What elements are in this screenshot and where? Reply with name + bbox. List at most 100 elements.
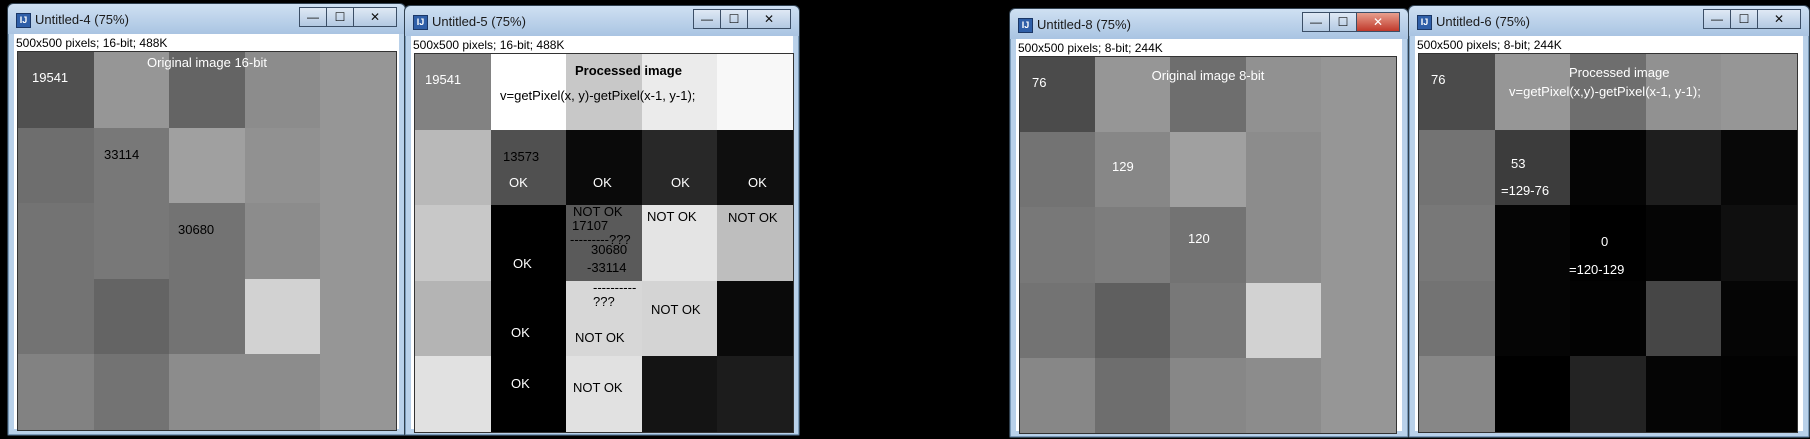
image-canvas[interactable]: 19541 Processed image v=getPixel(x, y)-get… [414, 53, 794, 433]
title-bar[interactable]: IJ Untitled-8 (75%) — ☐ ✕ [1010, 9, 1408, 39]
pixel-label: ??? [593, 294, 615, 309]
pixel-block [717, 356, 793, 432]
pixel-block [1721, 54, 1797, 130]
minimize-button[interactable]: — [1302, 12, 1330, 32]
minimize-button[interactable]: — [1703, 9, 1731, 29]
pixel-block [169, 203, 246, 280]
pixel-label: OK [513, 256, 532, 271]
title-bar[interactable]: IJ Untitled-5 (75%) — ☐ ✕ [405, 6, 799, 36]
pixel-block [415, 129, 491, 206]
pixel-label: Processed image [575, 63, 682, 78]
close-button[interactable]: ✕ [1356, 12, 1400, 32]
pixel-label: 19541 [32, 70, 69, 85]
maximize-button[interactable]: ☐ [326, 7, 354, 27]
pixel-block [1721, 129, 1797, 206]
pixel-label: v=getPixel(x, y)-getPixel(x-1, y-1); [500, 88, 696, 103]
pixel-block [1170, 357, 1247, 433]
pixel-block [1419, 356, 1495, 432]
image-canvas[interactable]: 19541 Original image 16-bit 33114 30680 [17, 51, 397, 431]
maximize-button[interactable]: ☐ [720, 9, 748, 29]
pixel-block [1170, 132, 1247, 209]
image-info: 500x500 pixels; 8-bit; 244K [1417, 38, 1562, 52]
imagej-icon: IJ [1417, 15, 1432, 30]
pixel-label: 30680 [591, 242, 628, 257]
pixel-block [1645, 205, 1722, 282]
minimize-button[interactable]: — [299, 7, 327, 27]
pixel-block [93, 278, 170, 355]
title-bar[interactable]: IJ Untitled-6 (75%) — ☐ ✕ [1409, 6, 1809, 36]
pixel-label: NOT OK [651, 302, 701, 317]
pixel-block [169, 127, 246, 204]
pixel-block [490, 356, 567, 432]
maximize-button[interactable]: ☐ [1329, 12, 1357, 32]
imagej-icon: IJ [16, 13, 31, 28]
pixel-label: OK [509, 175, 528, 190]
pixel-label: OK [511, 376, 530, 391]
close-button[interactable]: ✕ [1757, 9, 1801, 29]
pixel-block [717, 280, 793, 357]
pixel-block [169, 354, 246, 430]
pixel-block [244, 354, 321, 430]
pixel-block [1320, 357, 1396, 433]
pixel-block [1419, 280, 1495, 357]
pixel-label: =129-76 [1501, 183, 1550, 198]
maximize-button[interactable]: ☐ [1730, 9, 1758, 29]
pixel-label: Original image 16-bit [147, 55, 267, 70]
window-untitled-8[interactable]: IJ Untitled-8 (75%) — ☐ ✕ 500x500 pixels… [1009, 8, 1409, 438]
pixel-block [641, 356, 718, 432]
pixel-block [244, 203, 321, 280]
pixel-block [18, 354, 94, 430]
pixel-block [244, 278, 321, 355]
minimize-button[interactable]: — [693, 9, 721, 29]
window-untitled-5[interactable]: IJ Untitled-5 (75%) — ☐ ✕ 500x500 pixels… [404, 5, 800, 436]
pixel-label: OK [671, 175, 690, 190]
pixel-block [1721, 356, 1797, 432]
pixel-block [641, 280, 718, 357]
pixel-label: Processed image [1569, 65, 1670, 80]
pixel-block [1645, 280, 1722, 357]
pixel-block [1095, 207, 1172, 284]
pixel-block [717, 54, 793, 130]
image-canvas[interactable]: 76 Original image 8-bit 129 120 [1019, 56, 1397, 434]
pixel-block [1645, 356, 1722, 432]
window-title: Untitled-6 (75%) [1436, 14, 1530, 29]
pixel-block [1170, 282, 1247, 359]
image-panel: 500x500 pixels; 8-bit; 244K 76 Original i… [1016, 39, 1402, 434]
pixel-label: Original image 8-bit [1151, 68, 1265, 83]
pixel-block [1245, 207, 1322, 284]
pixel-block [415, 280, 491, 357]
pixel-block [1020, 282, 1096, 359]
pixel-label: 129 [1112, 159, 1134, 174]
close-button[interactable]: ✕ [353, 7, 397, 27]
pixel-block [490, 129, 567, 206]
pixel-block [18, 203, 94, 280]
imagej-icon: IJ [1018, 18, 1033, 33]
pixel-label: 19541 [425, 72, 462, 87]
pixel-block [1320, 132, 1396, 209]
pixel-block [320, 354, 396, 430]
pixel-block [244, 127, 321, 204]
image-info: 500x500 pixels; 8-bit; 244K [1018, 41, 1163, 55]
image-panel: 500x500 pixels; 16-bit; 488K 19541 Proces… [411, 36, 794, 433]
window-untitled-4[interactable]: IJ Untitled-4 (75%) — ☐ ✕ 500x500 pixels… [7, 3, 406, 436]
pixel-label: 30680 [178, 222, 215, 237]
pixel-label: -33114 [587, 260, 627, 275]
image-info: 500x500 pixels; 16-bit; 488K [413, 38, 565, 52]
window-untitled-6[interactable]: IJ Untitled-6 (75%) — ☐ ✕ 500x500 pixels… [1408, 5, 1810, 438]
close-button[interactable]: ✕ [747, 9, 791, 29]
pixel-block [18, 127, 94, 204]
pixel-block [93, 127, 170, 204]
pixel-block [93, 354, 170, 430]
title-bar[interactable]: IJ Untitled-4 (75%) — ☐ ✕ [8, 4, 405, 34]
pixel-block [415, 205, 491, 282]
image-canvas[interactable]: 76 Processed image v=getPixel(x,y)-getPixe… [1418, 53, 1798, 433]
image-panel: 500x500 pixels; 8-bit; 244K 76 Processed … [1415, 36, 1803, 433]
pixel-block [1320, 207, 1396, 284]
pixel-block [320, 127, 396, 204]
pixel-label: NOT OK [573, 204, 623, 219]
pixel-label: NOT OK [575, 330, 625, 345]
pixel-block [1494, 356, 1571, 432]
pixel-label: 17107 [572, 218, 609, 233]
pixel-label: v=getPixel(x,y)-getPixel(x-1, y-1); [1509, 84, 1701, 99]
pixel-block [1419, 205, 1495, 282]
